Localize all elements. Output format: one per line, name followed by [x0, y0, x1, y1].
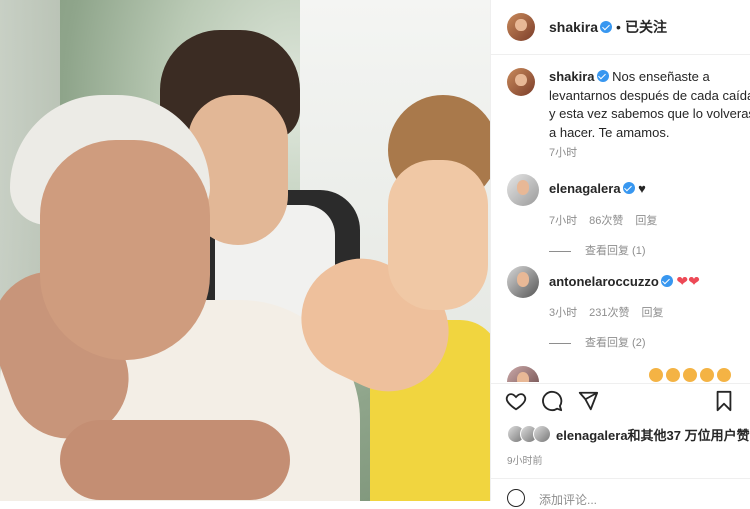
emoji-icon	[666, 368, 680, 382]
comment-time: 7小时	[549, 215, 578, 227]
comment-reply-button[interactable]: 回复	[641, 307, 663, 319]
caption-username[interactable]: shakira	[549, 69, 595, 84]
comment-line: antonelaroccuzzo ❤❤	[549, 273, 700, 290]
comment-username[interactable]: elenagalera	[549, 181, 621, 196]
post-header: shakira • 已关注	[491, 0, 750, 55]
add-comment-bar: 添加评论...	[491, 478, 750, 509]
author-info: shakira • 已关注	[549, 17, 667, 37]
verified-icon	[622, 182, 635, 194]
comment-avatar[interactable]	[507, 266, 539, 298]
caption-avatar[interactable]	[507, 68, 535, 96]
view-replies-button[interactable]: 查看回复 (1)	[549, 242, 646, 258]
post-sidebar: shakira • 已关注 shakira Nos enseñaste a leva…	[490, 0, 750, 507]
liked-by[interactable]: elenagalera和其他37 万位用户赞了	[507, 425, 750, 444]
divider	[491, 383, 750, 384]
emoji-icon	[683, 368, 697, 382]
photo-figure	[388, 160, 488, 310]
comment-text: ♥	[638, 181, 646, 196]
emoji-icon[interactable]	[507, 489, 525, 507]
comment-meta: 7小时 86次赞 回复	[549, 212, 669, 228]
bookmark-icon[interactable]	[713, 390, 735, 412]
caption-time: 7小时	[549, 147, 578, 159]
comment-line: elenagalera ♥	[549, 181, 646, 196]
verified-icon	[596, 70, 609, 82]
caption-line: Nos enseñaste a	[612, 69, 710, 84]
comment-time: 3小时	[549, 307, 578, 319]
emoji-icon	[649, 368, 663, 382]
post-photo[interactable]	[0, 0, 490, 501]
add-comment-input[interactable]: 添加评论...	[539, 491, 597, 508]
comment-icon[interactable]	[541, 390, 563, 412]
follow-status-button[interactable]: 已关注	[625, 19, 667, 35]
liked-by-user[interactable]: elenagalera	[556, 428, 628, 443]
comment-avatar[interactable]	[507, 366, 539, 382]
post-actions	[491, 386, 750, 416]
liked-by-rest: 和其他37 万位用户赞了	[627, 428, 750, 443]
verified-icon	[660, 275, 673, 287]
caption-line: y esta vez sabemos que lo volveras	[549, 106, 750, 121]
comment-likes[interactable]: 86次赞	[589, 215, 623, 227]
caption-line: a hacer. Te amamos.	[549, 124, 670, 140]
comment-username[interactable]: antonelaroccuzzo	[549, 274, 659, 289]
author-avatar[interactable]	[507, 13, 535, 41]
posted-time: 9小时前	[507, 456, 543, 467]
photo-figure	[60, 420, 290, 500]
emoji-icon	[700, 368, 714, 382]
caption-line: levantarnos después de cada caída	[549, 87, 750, 103]
heart-icon[interactable]	[505, 390, 527, 412]
comment-text: ❤❤	[676, 273, 700, 289]
emoji-icon	[717, 368, 731, 382]
view-replies-button[interactable]: 查看回复 (2)	[549, 334, 646, 350]
comment-avatar[interactable]	[507, 174, 539, 206]
comment-item-partial	[507, 366, 750, 382]
share-icon[interactable]	[577, 390, 599, 412]
comment-emojis	[549, 368, 731, 382]
separator-dot: •	[616, 19, 621, 35]
comment-likes[interactable]: 231次赞	[589, 307, 629, 319]
verified-icon	[600, 21, 613, 33]
comment-meta: 3小时 231次赞 回复	[549, 304, 675, 320]
liker-avatar	[533, 425, 551, 443]
caption-text: shakira Nos enseñaste a levantarnos desp…	[549, 68, 750, 142]
author-username[interactable]: shakira	[549, 19, 598, 35]
comment-reply-button[interactable]: 回复	[635, 215, 657, 227]
liked-by-text: elenagalera和其他37 万位用户赞了	[556, 428, 750, 443]
photo-figure	[40, 140, 210, 360]
